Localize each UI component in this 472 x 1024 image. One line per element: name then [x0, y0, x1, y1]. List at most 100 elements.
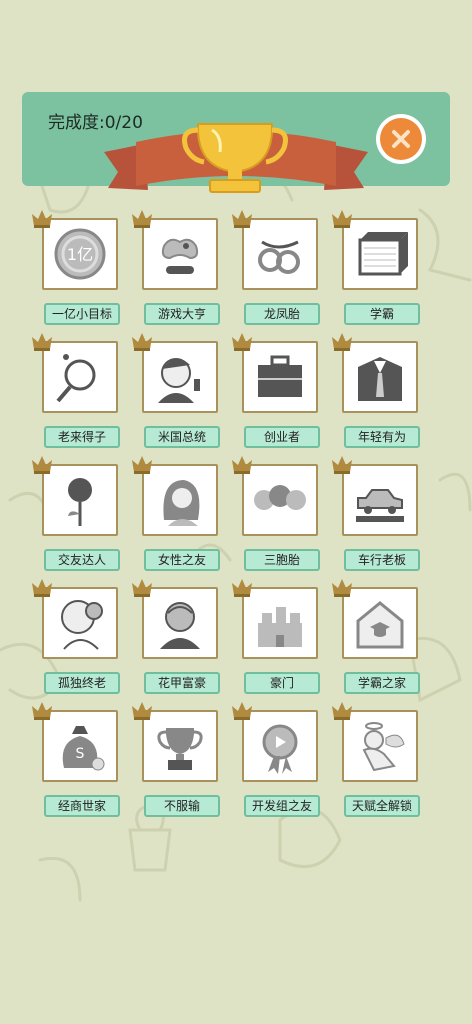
achievement-card[interactable]: [142, 218, 218, 290]
achievement-card[interactable]: [342, 341, 418, 413]
achievement-item[interactable]: 天赋全解锁: [332, 702, 432, 817]
crown-icon: [332, 702, 352, 720]
trophy-ribbon: [104, 123, 368, 193]
close-icon: [392, 130, 410, 148]
achievement-card[interactable]: [242, 218, 318, 290]
achievement-card[interactable]: [142, 464, 218, 536]
rich-elder-icon: [160, 602, 200, 649]
achievement-item[interactable]: 开发组之友: [232, 702, 332, 817]
car-icon: [356, 489, 404, 522]
crown-icon: [32, 210, 52, 228]
achievement-label: 孤独终老: [44, 672, 120, 694]
achievement-card[interactable]: [242, 710, 318, 782]
crown-icon: [32, 456, 52, 474]
crown-icon: [332, 579, 352, 597]
achievement-card[interactable]: 1亿: [42, 218, 118, 290]
trophy-icon: [157, 728, 203, 770]
achievement-item[interactable]: 交友达人: [32, 456, 132, 571]
crown-icon: [232, 579, 252, 597]
achievement-card[interactable]: [142, 341, 218, 413]
woman-icon: [163, 480, 200, 526]
castle-icon: [258, 607, 302, 647]
achievement-card[interactable]: S: [42, 710, 118, 782]
magnifier-icon: [56, 354, 96, 403]
crown-icon: [332, 456, 352, 474]
achievement-card[interactable]: [42, 341, 118, 413]
achievement-item[interactable]: 孤独终老: [32, 579, 132, 694]
book-stack-icon: [358, 232, 408, 276]
achievement-item[interactable]: 不服输: [132, 702, 232, 817]
crown-icon: [32, 333, 52, 351]
old-man-icon: [61, 600, 103, 650]
baby-pacifier-icon: [258, 240, 300, 274]
achievement-label: 学霸之家: [344, 672, 420, 694]
achievement-item[interactable]: 游戏大亨: [132, 210, 232, 325]
achievement-item[interactable]: 学霸: [332, 210, 432, 325]
achievement-item[interactable]: 车行老板: [332, 456, 432, 571]
achievement-label: 车行老板: [344, 549, 420, 571]
achievement-card[interactable]: [142, 710, 218, 782]
achievement-card[interactable]: [242, 464, 318, 536]
svg-text:S: S: [76, 746, 85, 762]
crown-icon: [132, 210, 152, 228]
gamepad-icon: [161, 238, 199, 274]
svg-text:1亿: 1亿: [67, 245, 93, 264]
achievement-item[interactable]: 米国总统: [132, 333, 232, 448]
achievement-label: 不服输: [144, 795, 220, 817]
achievement-card[interactable]: [42, 464, 118, 536]
achievement-item[interactable]: 豪门: [232, 579, 332, 694]
achievement-label: 一亿小目标: [44, 303, 120, 325]
achievement-item[interactable]: 老来得子: [32, 333, 132, 448]
achievement-label: 龙凤胎: [244, 303, 320, 325]
briefcase-icon: [258, 355, 302, 397]
achievement-item[interactable]: 创业者: [232, 333, 332, 448]
angel-icon: [362, 722, 405, 772]
crown-icon: [32, 702, 52, 720]
achievement-label: 年轻有为: [344, 426, 420, 448]
achievement-label: 游戏大亨: [144, 303, 220, 325]
crown-icon: [32, 579, 52, 597]
medal-icon: [262, 724, 298, 774]
achievement-card[interactable]: [342, 218, 418, 290]
close-button[interactable]: [376, 114, 426, 164]
achievement-card[interactable]: [342, 587, 418, 659]
achievement-item[interactable]: 1亿一亿小目标: [32, 210, 132, 325]
achievement-item[interactable]: 年轻有为: [332, 333, 432, 448]
rose-icon: [68, 478, 92, 526]
achievement-card[interactable]: [242, 587, 318, 659]
achievement-label: 女性之友: [144, 549, 220, 571]
president-icon: [158, 358, 200, 403]
achievement-item[interactable]: 学霸之家: [332, 579, 432, 694]
achievement-card[interactable]: [242, 341, 318, 413]
achievement-card[interactable]: [342, 710, 418, 782]
achievement-label: 三胞胎: [244, 549, 320, 571]
achievement-card[interactable]: [42, 587, 118, 659]
achievement-card[interactable]: [142, 587, 218, 659]
coin-icon: 1亿: [54, 228, 106, 280]
achievement-label: 经商世家: [44, 795, 120, 817]
achievement-item[interactable]: 花甲富豪: [132, 579, 232, 694]
crown-icon: [132, 579, 152, 597]
achievement-item[interactable]: 三胞胎: [232, 456, 332, 571]
crown-icon: [132, 456, 152, 474]
achievement-card[interactable]: [342, 464, 418, 536]
achievement-item[interactable]: S 经商世家: [32, 702, 132, 817]
triplets-icon: [254, 485, 306, 510]
achievement-label: 老来得子: [44, 426, 120, 448]
crown-icon: [232, 702, 252, 720]
crown-icon: [332, 210, 352, 228]
achievement-label: 交友达人: [44, 549, 120, 571]
achievement-label: 开发组之友: [244, 795, 320, 817]
money-bag-icon: S: [62, 726, 105, 771]
crown-icon: [332, 333, 352, 351]
achievement-item[interactable]: 龙凤胎: [232, 210, 332, 325]
crown-icon: [232, 456, 252, 474]
crown-icon: [132, 702, 152, 720]
crown-icon: [232, 333, 252, 351]
achievement-item[interactable]: 女性之友: [132, 456, 232, 571]
achievement-label: 米国总统: [144, 426, 220, 448]
graduation-house-icon: [356, 601, 404, 649]
crown-icon: [232, 210, 252, 228]
achievement-label: 花甲富豪: [144, 672, 220, 694]
suit-icon: [358, 357, 402, 401]
